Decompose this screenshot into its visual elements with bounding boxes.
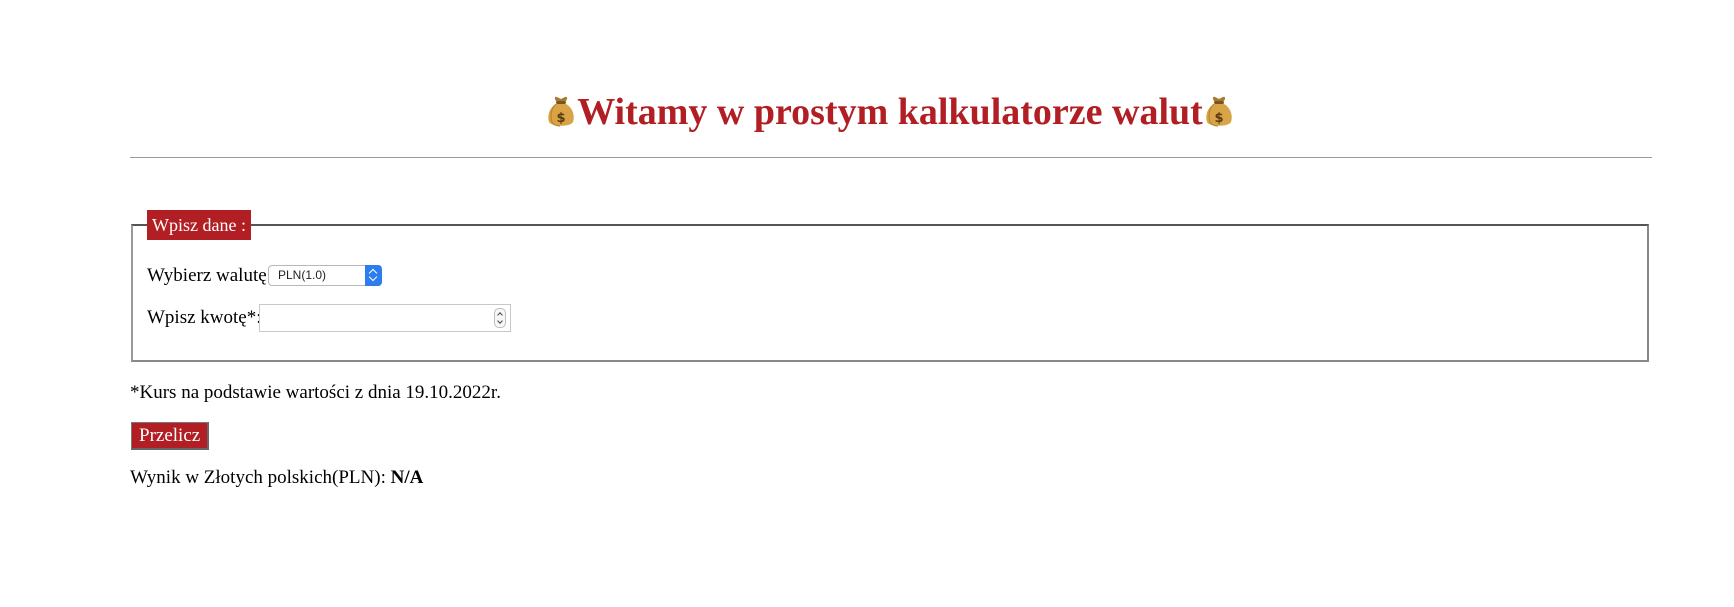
page-title-text: Witamy w prostym kalkulatorze walut [577, 91, 1203, 133]
money-bag-icon: $ [546, 94, 576, 138]
svg-text:$: $ [1214, 111, 1223, 126]
result-value: N/A [390, 467, 424, 488]
select-arrows-icon [365, 265, 382, 286]
result-line: Wynik w Złotych polskich(PLN): N/A [130, 467, 423, 489]
exchange-rate-note: *Kurs na podstawie wartości z dnia 19.10… [130, 382, 501, 403]
page-title: $ Witamy w prostym kalkulatorze walut $ [130, 90, 1650, 138]
result-label: Wynik w Złotych polskich(PLN): [130, 467, 386, 488]
currency-select-value: PLN(1.0) [278, 268, 327, 282]
title-divider [130, 157, 1652, 158]
money-bag-icon: $ [1204, 94, 1234, 138]
currency-select[interactable]: PLN(1.0) [268, 265, 382, 286]
fieldset-legend: Wpisz dane : [147, 210, 251, 240]
amount-input[interactable] [259, 304, 511, 332]
number-stepper-icon[interactable] [494, 308, 506, 328]
svg-text:$: $ [557, 111, 566, 126]
amount-label: Wpisz kwotę*: [147, 307, 262, 328]
convert-button[interactable]: Przelicz [131, 422, 210, 450]
input-fieldset [131, 224, 1649, 362]
currency-calculator-page: $ Witamy w prostym kalkulatorze walut $ … [0, 0, 1734, 607]
currency-label: Wybierz walutę: [147, 265, 272, 286]
